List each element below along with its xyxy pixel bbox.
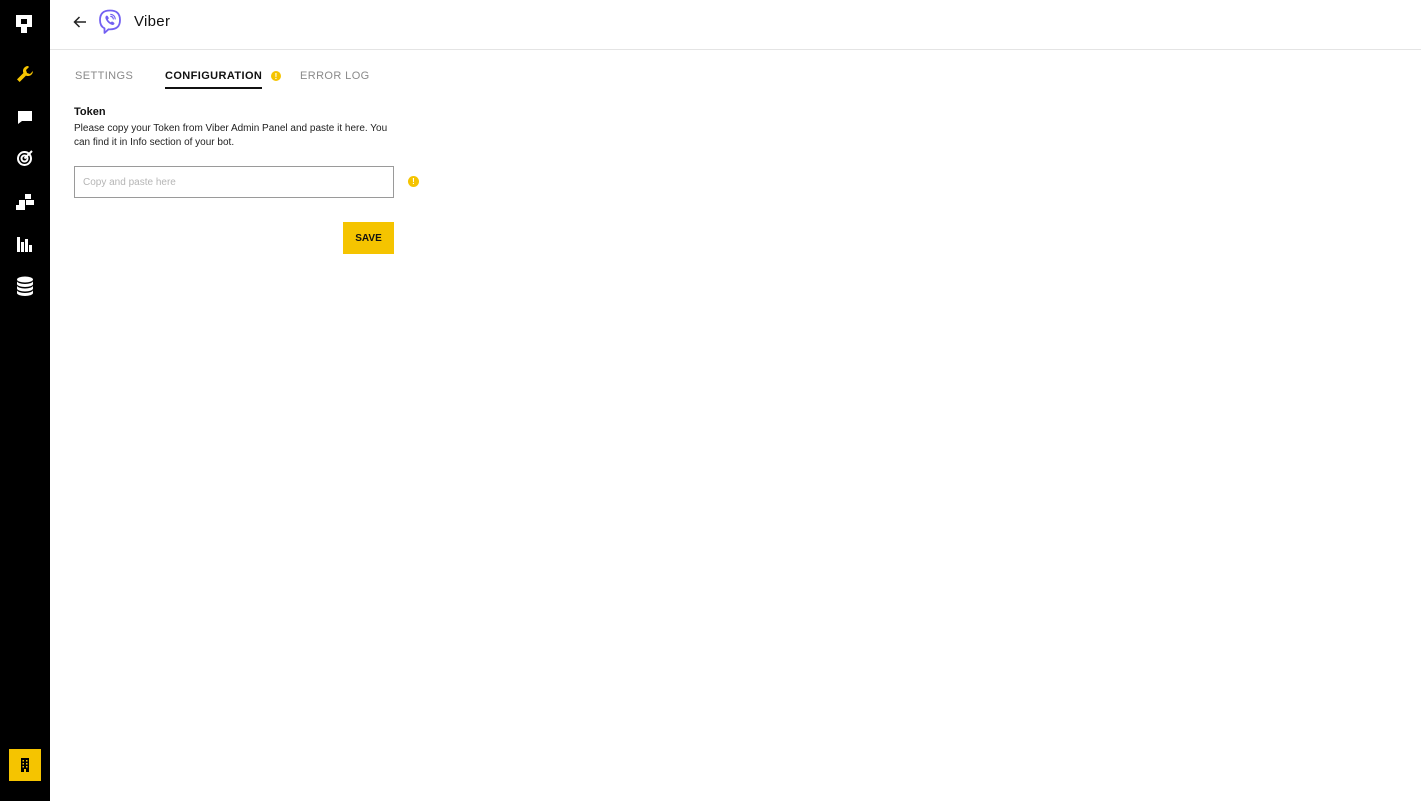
tab-error-log[interactable]: ERROR LOG <box>300 70 370 89</box>
token-label: Token <box>74 106 106 118</box>
tab-configuration[interactable]: CONFIGURATION <box>165 70 263 89</box>
page-title: Viber <box>134 13 171 30</box>
arrow-left-icon[interactable] <box>70 12 90 32</box>
tab-bar: SETTINGS CONFIGURATION ! ERROR LOG <box>50 50 1421 90</box>
blocks-icon[interactable] <box>0 187 50 217</box>
tab-settings[interactable]: SETTINGS <box>75 70 133 89</box>
logo-icon[interactable] <box>0 10 50 40</box>
database-icon[interactable] <box>0 271 50 301</box>
building-icon[interactable] <box>9 749 41 781</box>
chat-icon[interactable] <box>0 102 50 132</box>
bar-chart-icon[interactable] <box>0 229 50 259</box>
token-help-text: Please copy your Token from Viber Admin … <box>74 123 388 148</box>
token-form: Token Please copy your Token from Viber … <box>74 106 434 254</box>
sidebar <box>0 0 50 801</box>
page-header: Viber <box>50 0 1421 50</box>
wrench-icon[interactable] <box>0 59 50 89</box>
token-input[interactable] <box>74 166 394 198</box>
viber-icon <box>98 9 122 35</box>
target-icon[interactable] <box>0 143 50 173</box>
save-button[interactable]: SAVE <box>343 222 394 254</box>
warning-icon: ! <box>408 176 419 187</box>
warning-icon: ! <box>271 71 281 81</box>
